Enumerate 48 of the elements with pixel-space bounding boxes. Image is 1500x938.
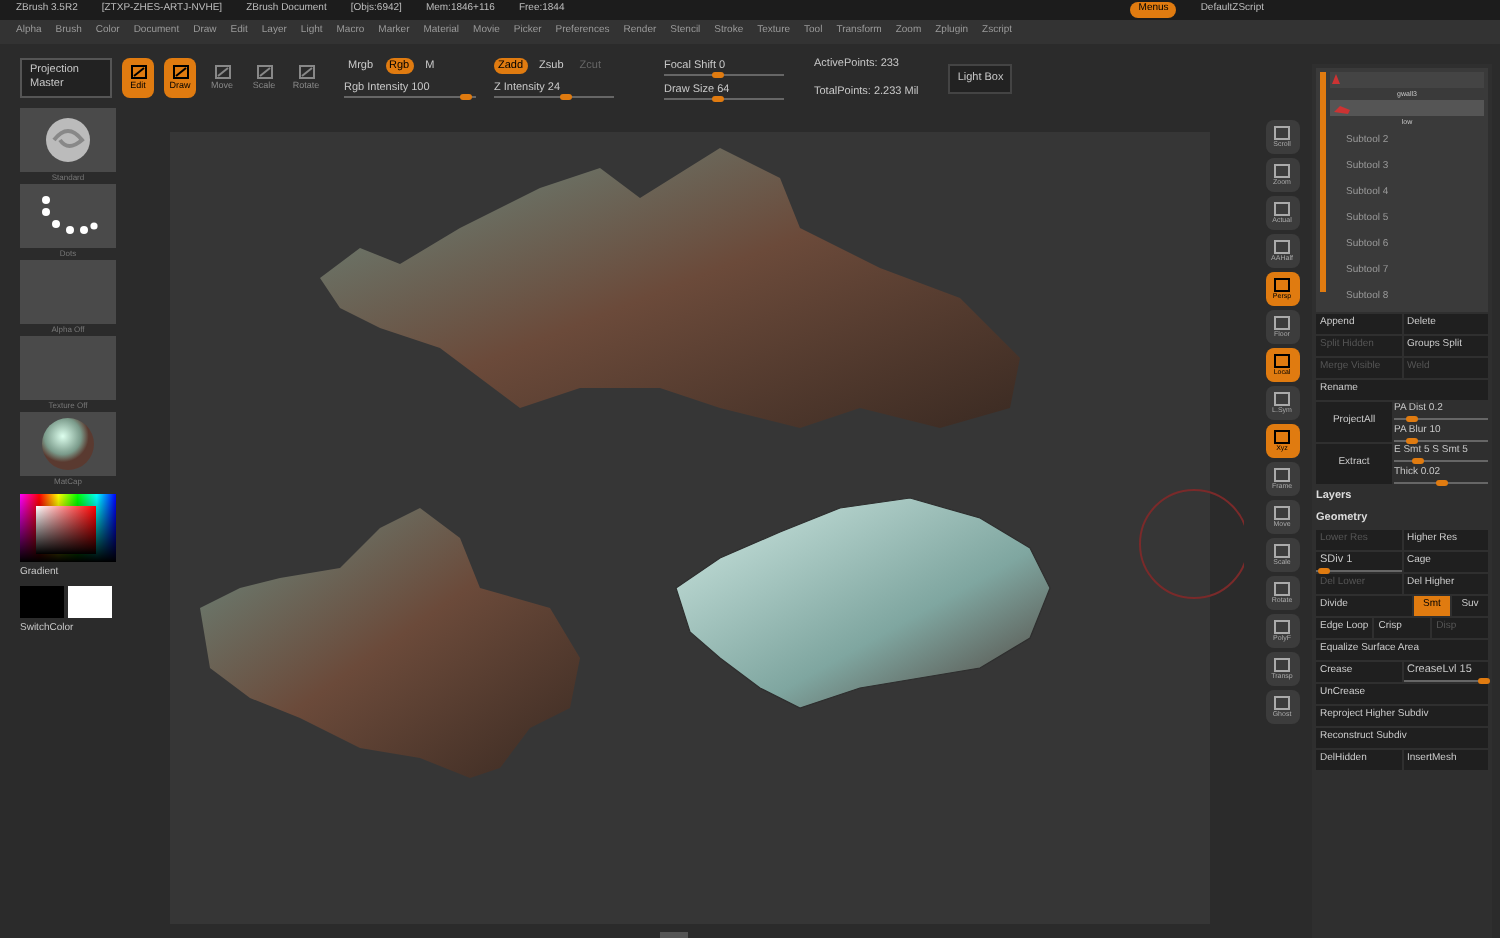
view-icon <box>1274 126 1290 140</box>
slider-thumb[interactable] <box>560 94 572 100</box>
view-icon <box>1274 696 1290 710</box>
brush-cursor <box>1139 489 1244 599</box>
view-icon <box>1274 430 1290 444</box>
tool-icon <box>255 63 273 80</box>
main-color-swatch[interactable] <box>20 586 64 618</box>
figure-icon <box>1330 72 1342 86</box>
subtool-scrollbar[interactable] <box>1320 72 1326 292</box>
model-icon <box>1334 103 1350 113</box>
thumbnail-button[interactable] <box>20 412 116 476</box>
tool-icon <box>297 63 315 80</box>
slider-thumb[interactable] <box>1406 438 1419 444</box>
thumbnail-button[interactable] <box>20 108 116 172</box>
slider-thumb[interactable] <box>1406 416 1419 422</box>
view-icon <box>1274 240 1290 254</box>
view-icon <box>1274 620 1290 634</box>
slider-thumb[interactable] <box>459 94 472 100</box>
view-icon <box>1274 316 1290 330</box>
view-icon <box>1274 506 1290 520</box>
canvas-scroll-handle[interactable] <box>660 932 688 938</box>
thumbnail-button[interactable] <box>20 184 116 248</box>
tool-icon <box>213 63 231 80</box>
tool-icon <box>129 63 147 80</box>
tool-icon <box>171 63 189 80</box>
view-icon <box>1274 164 1290 178</box>
view-icon <box>1274 544 1290 558</box>
slider-thumb[interactable] <box>1411 458 1424 464</box>
thumbnail-button[interactable] <box>20 260 116 324</box>
slider-thumb[interactable] <box>712 95 724 101</box>
color-picker[interactable] <box>20 494 116 562</box>
dots-stroke-icon <box>38 194 98 238</box>
view-icon <box>1274 202 1290 216</box>
view-icon <box>1274 658 1290 672</box>
slider-thumb[interactable] <box>712 71 724 77</box>
secondary-color-swatch[interactable] <box>68 586 112 618</box>
view-icon <box>1274 392 1290 406</box>
brush-sphere-icon <box>42 116 94 164</box>
view-icon <box>1274 582 1290 596</box>
slider-thumb[interactable] <box>1435 480 1447 486</box>
view-icon <box>1274 278 1290 292</box>
slider-thumb[interactable] <box>1318 568 1331 574</box>
material-sphere-icon <box>40 416 96 472</box>
subtool-thumbnail[interactable] <box>1330 72 1484 88</box>
view-icon <box>1274 468 1290 482</box>
slider-thumb[interactable] <box>1477 678 1490 684</box>
thumbnail-button[interactable] <box>20 336 116 400</box>
view-icon <box>1274 354 1290 368</box>
